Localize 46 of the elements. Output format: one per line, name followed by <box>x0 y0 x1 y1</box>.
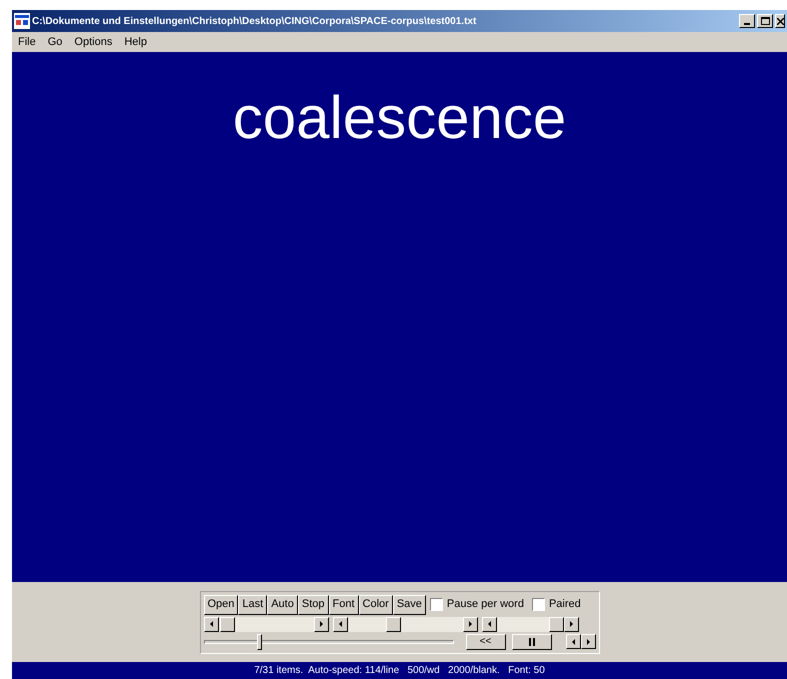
step-left-button[interactable] <box>566 634 580 649</box>
menu-item[interactable]: Go <box>48 34 62 50</box>
toolbar-button[interactable]: Last <box>238 594 268 614</box>
speed-slider[interactable] <box>204 634 454 650</box>
right-arrow-icon <box>586 638 590 644</box>
left-arrow-icon <box>572 638 574 644</box>
scrollbar-thumb[interactable] <box>548 616 564 632</box>
left-arrow-icon <box>488 621 490 627</box>
step-right-button[interactable] <box>580 634 596 649</box>
pause-icon <box>528 638 536 646</box>
window-title: C:\Dokumente und Einstellungen\Christoph\Desktop\CING\Corpora\SPACE-corpus\test001.txt <box>32 14 476 28</box>
pause-button[interactable] <box>512 634 552 650</box>
checkbox-label: Pause per word <box>446 597 524 612</box>
scrollbar-thumb[interactable] <box>220 616 236 632</box>
menu-item[interactable]: Help <box>124 34 147 50</box>
toolbar-button[interactable]: Auto <box>267 594 298 614</box>
slider-thumb[interactable] <box>257 634 262 650</box>
toolbar-button[interactable]: Font <box>328 594 359 614</box>
right-arrow-icon <box>468 621 472 627</box>
scrollbar[interactable] <box>332 616 478 632</box>
toolbar-button[interactable]: Color <box>358 594 393 614</box>
right-arrow-icon <box>320 621 322 627</box>
toolbar-button[interactable]: Save <box>392 594 426 614</box>
scrollbar[interactable] <box>204 616 328 632</box>
right-arrow-icon <box>570 621 572 627</box>
left-arrow-icon <box>338 621 342 627</box>
left-arrow-icon <box>210 621 212 627</box>
minimize-button[interactable] <box>739 14 755 28</box>
maximize-button[interactable] <box>757 14 773 28</box>
app-icon <box>14 13 30 29</box>
scrollbar-thumb[interactable] <box>386 616 400 632</box>
checkbox[interactable] <box>532 598 545 611</box>
checkbox[interactable] <box>430 598 443 611</box>
scrollbar[interactable] <box>482 616 578 632</box>
close-icon <box>776 18 784 24</box>
close-button[interactable] <box>775 14 785 28</box>
display-word: coalescence <box>232 88 566 148</box>
checkbox-label: Paired <box>548 597 581 612</box>
menu-item[interactable]: Options <box>74 34 112 50</box>
status-text: 7/31 items. Auto-speed: 114/line 500/wd 2000/blank. Font: 50 <box>254 664 545 678</box>
maximize-icon <box>760 17 770 25</box>
toolbar-button[interactable]: Open <box>204 594 238 614</box>
minimize-icon <box>744 23 750 25</box>
back-button[interactable]: << <box>466 634 506 650</box>
menu-item[interactable]: File <box>18 34 36 50</box>
toolbar-button[interactable]: Stop <box>298 594 328 614</box>
